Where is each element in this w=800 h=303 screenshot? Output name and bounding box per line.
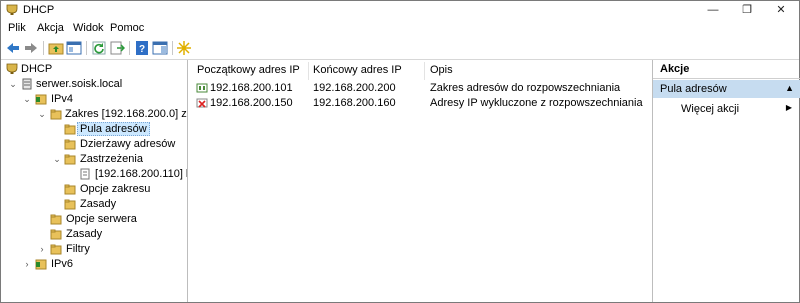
folder-icon [64,199,76,210]
server-icon [22,78,32,90]
chevron-down-icon[interactable]: ⌄ [22,93,32,105]
menu-plik[interactable]: Plik [8,22,26,34]
submenu-arrow-icon: ▶ [785,103,792,112]
tree-label: DHCP [21,63,53,75]
chevron-down-icon[interactable]: ⌄ [8,78,18,90]
menu-pomoc[interactable]: Pomoc [110,22,144,34]
dhcp-app-icon [6,4,18,15]
ipv4-icon [35,94,47,105]
end-ip: 192.168.200.160 [313,97,396,109]
title-bar: DHCP — ❐ ✕ [1,1,799,19]
start-ip: 192.168.200.150 [210,97,293,109]
help-icon[interactable]: ? [134,40,150,56]
folder-icon [64,139,76,150]
maximize-button[interactable]: ❐ [730,1,764,19]
forward-icon[interactable] [23,40,39,56]
actions-header: Akcje [653,60,800,79]
chevron-right-icon[interactable]: › [22,258,32,270]
menu-widok[interactable]: Widok [73,22,104,34]
tree-label: Zastrzeżenia [80,153,143,165]
console-tree: DHCP ⌄ serwer.soisk.local ⌄ IPv4 ⌄ Zakre… [1,60,188,302]
tree-label: serwer.soisk.local [36,78,123,90]
menu-bar: Plik Akcja Widok Pomoc [1,20,799,36]
tree-label: IPv4 [51,93,74,105]
collapse-up-icon[interactable]: ▲ [785,83,794,93]
column-header-description[interactable]: Opis [430,64,453,76]
chevron-down-icon[interactable]: ⌄ [52,153,62,165]
properties-icon[interactable] [152,40,168,56]
tree-label-selected: Pula adresów [77,122,150,136]
actions-section-address-pool[interactable]: Pula adresów ▲ [653,80,800,98]
show-hide-tree-icon[interactable] [66,40,82,56]
back-icon[interactable] [5,40,21,56]
tree-label: IPv6 [51,258,74,270]
address-range-icon [196,83,208,93]
tree-label: Opcje serwera [66,213,137,225]
up-folder-icon[interactable] [48,40,64,56]
window-title: DHCP [23,4,55,16]
tree-label: Zasady [80,198,117,210]
ipv6-icon [35,259,47,270]
dhcp-icon [6,63,18,74]
folder-icon [50,109,62,120]
tree-label: Zasady [66,228,103,240]
tree-label: Dzierżawy adresów [80,138,176,150]
tree-label: Filtry [66,243,90,255]
export-list-icon[interactable] [109,40,125,56]
svg-text:?: ? [139,44,145,55]
window: DHCP — ❐ ✕ Plik Akcja Widok Pomoc ? DHCP… [0,0,800,303]
more-actions-item[interactable]: Więcej akcji ▶ [653,101,800,117]
tree-label: Zakres [192.168.200.0] zakres [65,108,187,120]
reservation-icon [80,168,90,180]
folder-icon [50,244,62,255]
tree-label: Opcje zakresu [80,183,151,195]
new-icon[interactable] [176,40,192,56]
close-button[interactable]: ✕ [764,1,798,19]
description: Adresy IP wykluczone z rozpowszechniania [430,97,643,109]
folder-icon [64,124,76,135]
start-ip: 192.168.200.101 [210,82,293,94]
folder-icon [50,214,62,225]
column-header-start-ip[interactable]: Początkowy adres IP [197,64,300,76]
folder-icon [50,229,62,240]
menu-akcja[interactable]: Akcja [37,22,64,34]
excluded-range-icon [196,98,208,108]
toolbar: ? [1,37,799,60]
folder-icon [64,184,76,195]
chevron-right-icon[interactable]: › [37,243,47,255]
end-ip: 192.168.200.200 [313,82,396,94]
tree-label: [192.168.200.110] kom [95,168,187,180]
description: Zakres adresów do rozpowszechniania [430,82,621,94]
actions-pane: Akcje Pula adresów ▲ Więcej akcji ▶ [652,60,800,302]
folder-icon [64,154,76,165]
results-list: Początkowy adres IP Końcowy adres IP Opi… [190,60,651,302]
refresh-icon[interactable] [91,40,107,56]
list-item[interactable]: 192.168.200.101 192.168.200.200 Zakres a… [190,81,651,95]
column-header-end-ip[interactable]: Końcowy adres IP [313,64,402,76]
chevron-down-icon[interactable]: ⌄ [37,108,47,120]
minimize-button[interactable]: — [696,1,730,19]
list-item[interactable]: 192.168.200.150 192.168.200.160 Adresy I… [190,96,651,110]
